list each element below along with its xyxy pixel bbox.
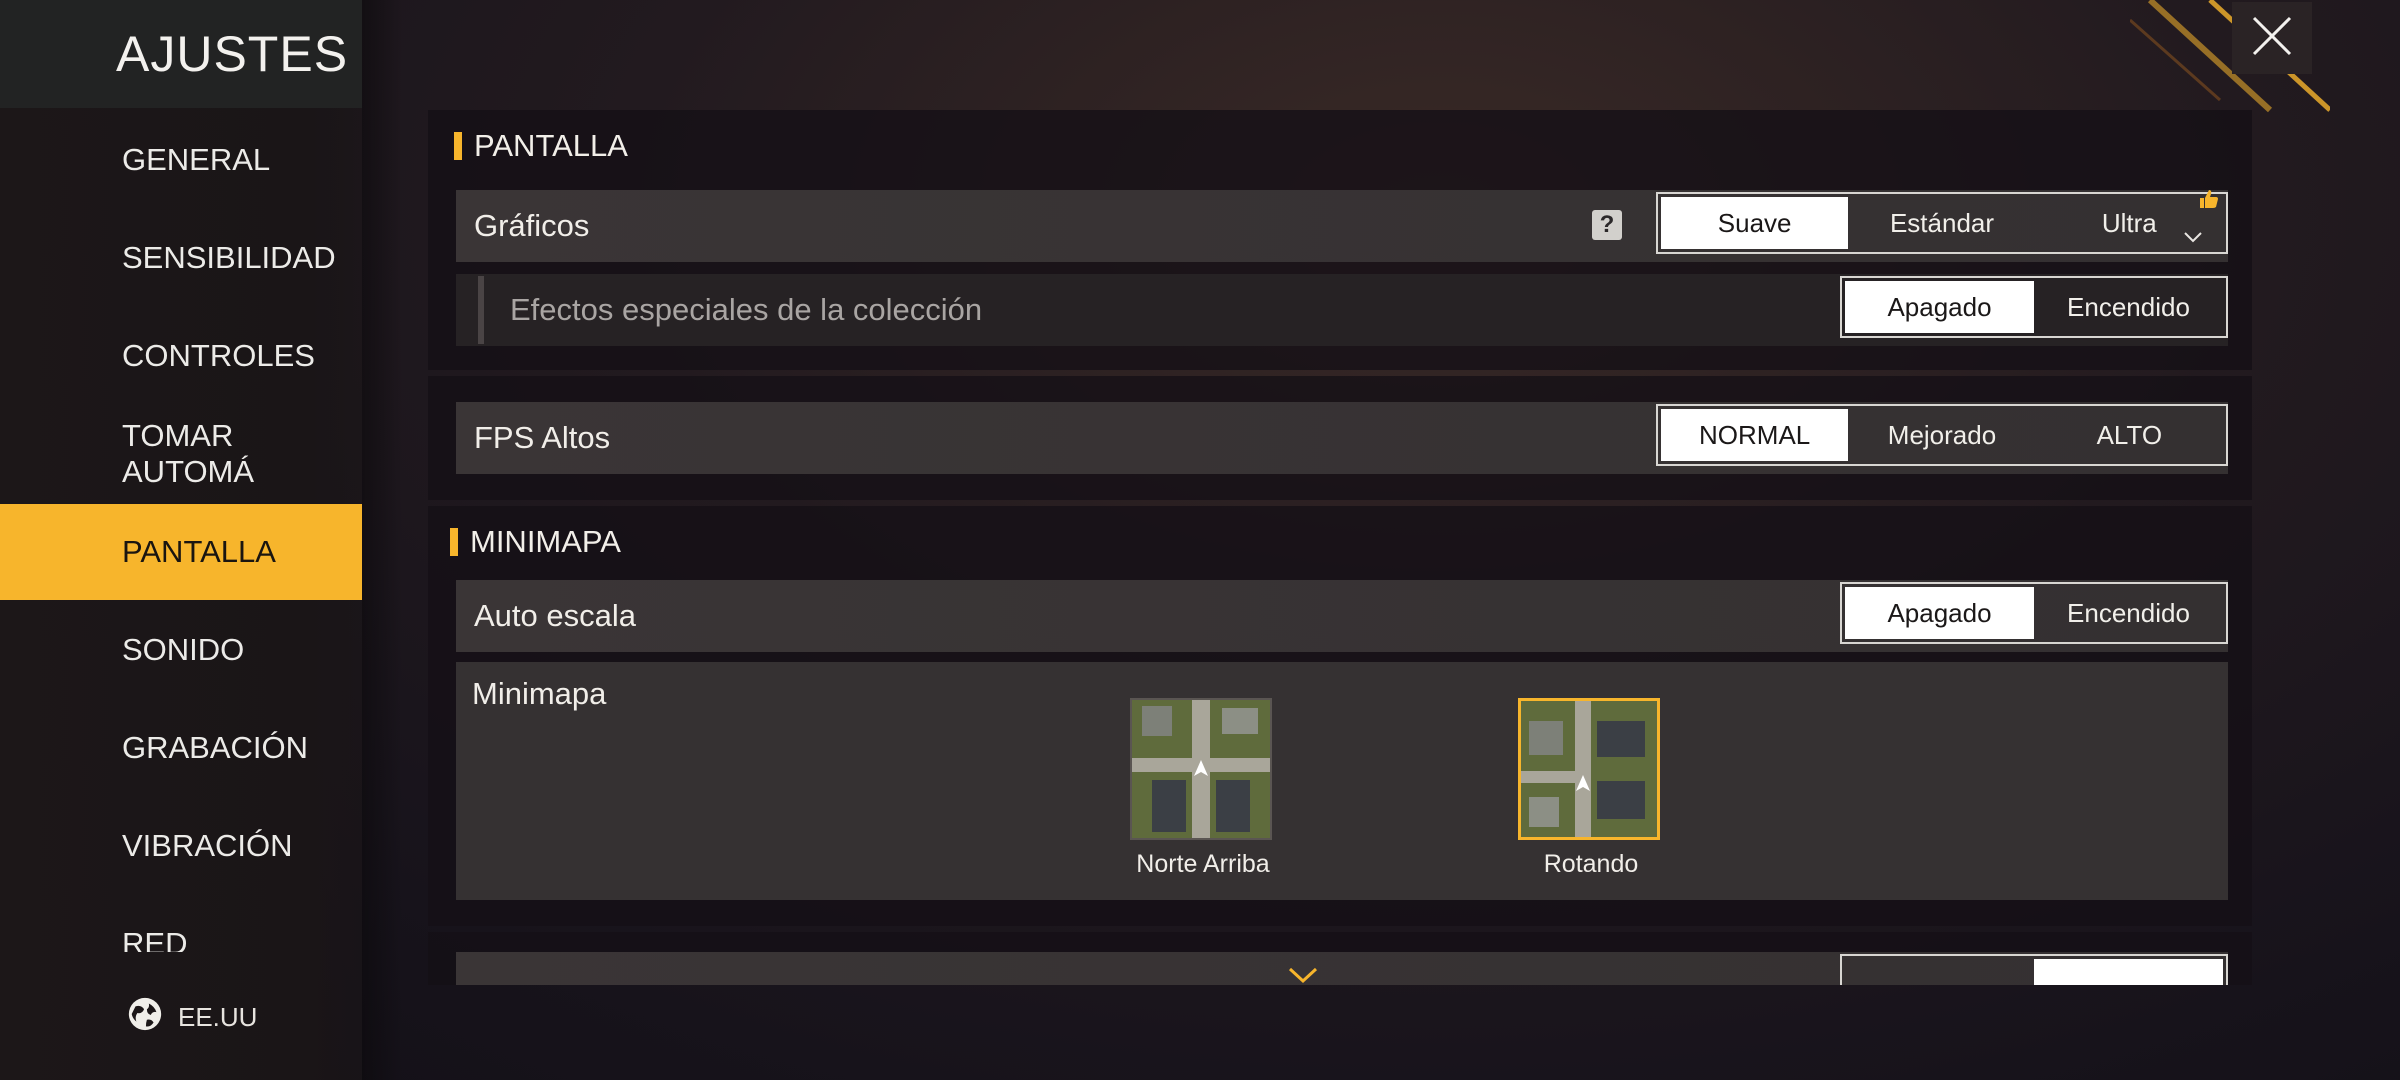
minimap-thumbnail	[1518, 698, 1660, 840]
fps-segment: NORMAL Mejorado ALTO	[1656, 404, 2228, 466]
settings-panel: PANTALLA Gráficos ? Suave Estándar Ultra	[428, 110, 2252, 985]
minimapa-row: Minimapa Norte Arriba Rotando	[456, 662, 2228, 900]
section-accent-bar	[454, 132, 462, 160]
next-row-partial	[456, 952, 2228, 985]
efectos-segment: Apagado Encendido	[1840, 276, 2228, 338]
fps-option-normal[interactable]: NORMAL	[1661, 409, 1849, 461]
sidebar-item-sensibilidad[interactable]: SENSIBILIDAD	[0, 210, 362, 306]
pantalla-title-text: PANTALLA	[474, 128, 628, 163]
auto-escala-row: Auto escala Apagado Encendido	[456, 580, 2228, 652]
graficos-label: Gráficos	[474, 208, 590, 243]
fps-option-mejorado[interactable]: Mejorado	[1848, 409, 2035, 461]
graficos-option-ultra-label: Ultra	[2101, 207, 2157, 238]
minimap-option-norte-arriba[interactable]: Norte Arriba	[1130, 698, 1276, 879]
next-section	[428, 932, 2252, 985]
auto-escala-label: Auto escala	[474, 598, 636, 633]
fps-row: FPS Altos NORMAL Mejorado ALTO	[456, 402, 2228, 474]
minimapa-title-text: MINIMAPA	[470, 524, 621, 559]
sidebar-shadow	[362, 0, 402, 1080]
pantalla-section: PANTALLA Gráficos ? Suave Estándar Ultra	[428, 110, 2252, 370]
sidebar-item-controles[interactable]: CONTROLES	[0, 308, 362, 404]
indent-bar	[478, 276, 484, 344]
graficos-option-estandar[interactable]: Estándar	[1848, 197, 2035, 249]
region-selector[interactable]: EE.UU	[126, 995, 257, 1040]
close-icon	[2250, 14, 2294, 63]
efectos-label: Efectos especiales de la colección	[510, 292, 983, 327]
auto-escala-segment: Apagado Encendido	[1840, 582, 2228, 644]
minimap-caption: Rotando	[1543, 850, 1639, 878]
region-label: EE.UU	[178, 1002, 258, 1032]
globe-icon	[126, 995, 164, 1040]
fps-option-alto[interactable]: ALTO	[2036, 409, 2223, 461]
next-segment-partial	[1840, 954, 2228, 985]
sidebar-nav: GENERAL SENSIBILIDAD CONTROLES TOMAR AUT…	[0, 112, 362, 952]
next-option-2[interactable]	[2034, 959, 2223, 985]
efectos-option-apagado[interactable]: Apagado	[1845, 281, 2034, 333]
sidebar-item-sonido[interactable]: SONIDO	[0, 602, 362, 698]
thumbs-up-icon	[2197, 187, 2221, 218]
section-accent-bar	[450, 528, 458, 556]
help-icon[interactable]: ?	[1592, 210, 1622, 240]
minimap-thumbnail	[1130, 698, 1272, 840]
next-option-1[interactable]	[1845, 959, 2034, 985]
chevron-down-icon[interactable]	[1288, 966, 1318, 991]
fps-label: FPS Altos	[474, 420, 611, 455]
graficos-option-suave[interactable]: Suave	[1661, 197, 1849, 249]
sidebar-item-vibracion[interactable]: VIBRACIÓN	[0, 798, 362, 894]
auto-escala-option-apagado[interactable]: Apagado	[1845, 587, 2034, 639]
efectos-row: Efectos especiales de la colección Apaga…	[456, 274, 2228, 346]
sidebar-item-tomar-automa[interactable]: TOMAR AUTOMÁ	[0, 406, 362, 502]
sidebar-item-red[interactable]: RED	[0, 896, 362, 952]
auto-escala-option-encendido[interactable]: Encendido	[2034, 587, 2223, 639]
sidebar-item-general[interactable]: GENERAL	[0, 112, 362, 208]
minimap-option-rotando[interactable]: Rotando	[1518, 698, 1664, 879]
sidebar-item-grabacion[interactable]: GRABACIÓN	[0, 700, 362, 796]
minimapa-section: MINIMAPA Auto escala Apagado Encendido M…	[428, 506, 2252, 926]
minimapa-section-title: MINIMAPA	[450, 524, 621, 560]
graficos-row: Gráficos ? Suave Estándar Ultra	[456, 190, 2228, 262]
fps-section: FPS Altos NORMAL Mejorado ALTO	[428, 376, 2252, 500]
graficos-option-ultra[interactable]: Ultra	[2036, 190, 2223, 250]
pantalla-section-title: PANTALLA	[454, 128, 628, 164]
efectos-option-encendido[interactable]: Encendido	[2034, 281, 2223, 333]
minimap-caption: Norte Arriba	[1136, 850, 1270, 878]
minimapa-label: Minimapa	[472, 676, 607, 711]
sidebar-item-pantalla[interactable]: PANTALLA	[0, 504, 362, 600]
close-button[interactable]	[2232, 2, 2312, 74]
settings-title: AJUSTES	[0, 0, 362, 108]
graficos-segment: Suave Estándar Ultra	[1656, 190, 2228, 254]
chevron-down-icon	[2183, 219, 2203, 250]
sidebar: AJUSTES GENERAL SENSIBILIDAD CONTROLES T…	[0, 0, 362, 1080]
